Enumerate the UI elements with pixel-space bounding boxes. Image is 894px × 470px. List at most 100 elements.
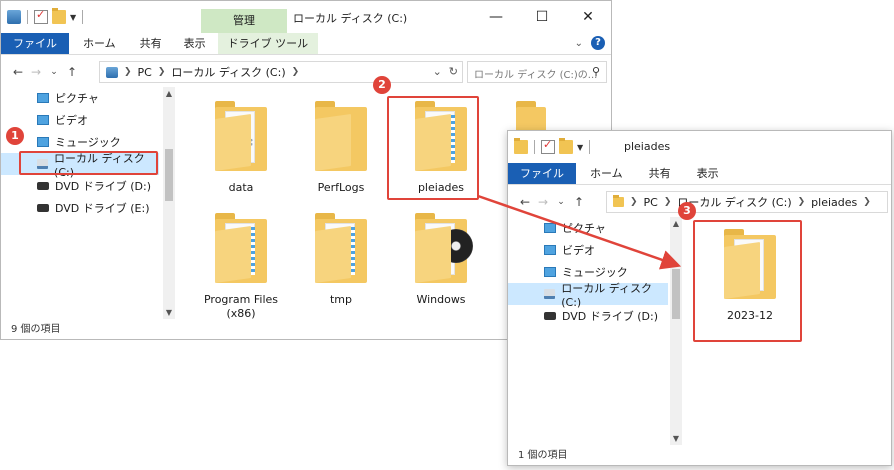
nav-item-label: ビデオ [562, 244, 595, 257]
folder-label: Windows [416, 293, 466, 306]
chevron-right-icon: ❯ [291, 67, 300, 77]
tab-home[interactable]: ホーム [576, 163, 637, 184]
tab-home[interactable]: ホーム [69, 33, 130, 54]
folder-label: data [228, 181, 254, 194]
search-input[interactable]: ローカル ディスク (C:)の... ⚲ [467, 61, 607, 83]
folder-item-program-files-x86[interactable]: Program Files (x86) [201, 213, 281, 321]
tab-file[interactable]: ファイル [1, 33, 69, 54]
nav-item-label: ピクチャ [55, 92, 99, 105]
nav-item-local-disk[interactable]: ローカル ディスク (C:) [508, 282, 668, 309]
folder-icon [315, 213, 367, 283]
nav-item-dvd-d[interactable]: DVD ドライブ (D:) [37, 175, 151, 197]
nav-item-videos[interactable]: ビデオ [544, 239, 595, 261]
expand-ribbon-icon[interactable]: ⌄ [575, 38, 583, 49]
close-icon[interactable]: ✕ [565, 1, 611, 33]
tab-view[interactable]: 表示 [683, 163, 733, 184]
recent-dropdown-icon[interactable]: ⌄ [45, 67, 63, 77]
scroll-down-icon[interactable]: ▼ [163, 308, 175, 317]
nav-item-dvd-d[interactable]: DVD ドライブ (D:) [544, 305, 658, 327]
new-folder-icon[interactable] [52, 8, 66, 24]
customize-dropdown-icon[interactable]: ▼ [577, 143, 583, 152]
customize-dropdown-icon[interactable]: ▼ [70, 13, 76, 22]
up-icon[interactable]: ↑ [63, 65, 81, 79]
recent-dropdown-icon[interactable]: ⌄ [552, 197, 570, 207]
dvd-drive-icon [37, 182, 49, 190]
nav-item-pictures[interactable]: ピクチャ [544, 217, 606, 239]
videos-icon [37, 115, 49, 125]
nav-item-label: ピクチャ [562, 222, 606, 235]
address-dropdown-icon[interactable]: ⌄ [433, 65, 442, 78]
step-badge-2: 2 [373, 76, 391, 94]
maximize-icon[interactable]: ☐ [519, 1, 565, 33]
breadcrumb-pc[interactable]: PC [644, 196, 658, 209]
breadcrumb-local-disk[interactable]: ローカル ディスク (C:) [171, 64, 285, 80]
folder-icon [415, 213, 473, 283]
tab-share[interactable]: 共有 [637, 163, 683, 184]
navigation-pane: ピクチャ ビデオ ミュージック ローカル ディスク (C:) DVD ドライブ … [1, 87, 177, 319]
nav-scrollbar[interactable]: ▲ ▼ [670, 217, 682, 445]
folder-label: Program Files (x86) [203, 293, 279, 320]
scroll-thumb[interactable] [672, 269, 680, 319]
properties-icon[interactable] [541, 138, 555, 154]
search-placeholder: ローカル ディスク (C:)の... [474, 70, 598, 81]
address-bar[interactable]: ❯ PC ❯ ローカル ディスク (C:) ❯ ⌄ ↻ [99, 61, 463, 83]
separator [82, 10, 84, 24]
title-bar[interactable]: ▼ pleiades [508, 131, 891, 163]
tab-view[interactable]: 表示 [172, 33, 218, 54]
separator [589, 140, 591, 154]
chevron-right-icon: ❯ [663, 197, 672, 207]
back-icon[interactable]: ← [516, 195, 534, 209]
nav-item-label: DVD ドライブ (D:) [562, 310, 659, 323]
nav-item-pictures[interactable]: ピクチャ [37, 87, 99, 109]
tab-file[interactable]: ファイル [508, 163, 576, 184]
pc-icon [106, 66, 118, 78]
nav-item-dvd-e[interactable]: DVD ドライブ (E:) [37, 197, 150, 219]
refresh-icon[interactable]: ↻ [449, 65, 458, 78]
folder-item-data[interactable]: ⚙ data [201, 101, 281, 194]
pictures-icon [37, 93, 49, 103]
window-title: pleiades [624, 140, 671, 153]
quick-access-toolbar: ▼ [514, 138, 592, 155]
music-icon [37, 137, 49, 147]
highlight-2023-12 [693, 220, 802, 342]
breadcrumb-pc[interactable]: PC [138, 66, 152, 79]
scroll-down-icon[interactable]: ▼ [670, 434, 682, 443]
scroll-thumb[interactable] [165, 149, 173, 201]
nav-scrollbar[interactable]: ▲ ▼ [163, 87, 175, 319]
search-icon[interactable]: ⚲ [592, 65, 600, 78]
up-icon[interactable]: ↑ [570, 195, 588, 209]
nav-item-videos[interactable]: ビデオ [37, 109, 88, 131]
dvd-drive-icon [37, 204, 49, 212]
forward-icon[interactable]: → [27, 65, 45, 79]
forward-icon[interactable]: → [534, 195, 552, 209]
tab-share[interactable]: 共有 [130, 33, 172, 54]
new-folder-icon[interactable] [559, 138, 573, 154]
title-bar[interactable]: ▼ 管理 ローカル ディスク (C:) — ☐ ✕ [1, 1, 611, 33]
window-title: ローカル ディスク (C:) [293, 12, 408, 25]
folder-item-tmp[interactable]: tmp [301, 213, 381, 306]
address-controls: ⌄ ↻ [433, 65, 458, 78]
folder-item-perflogs[interactable]: PerfLogs [301, 101, 381, 194]
videos-icon [544, 245, 556, 255]
chevron-right-icon: ❯ [157, 67, 166, 77]
folder-icon [514, 138, 528, 154]
address-bar[interactable]: ❯ PC ❯ ローカル ディスク (C:) ❯ pleiades ❯ [606, 191, 888, 213]
folder-item-windows[interactable]: Windows [401, 213, 481, 306]
back-icon[interactable]: ← [9, 65, 27, 79]
folder-icon [215, 213, 267, 283]
properties-icon[interactable] [34, 8, 48, 24]
local-disk-icon [544, 289, 556, 299]
context-tab-manage[interactable]: 管理 [201, 9, 287, 33]
scroll-up-icon[interactable]: ▲ [163, 89, 175, 98]
pc-icon [7, 10, 21, 24]
folder-icon [315, 101, 367, 171]
minimize-icon[interactable]: — [473, 1, 519, 33]
scroll-up-icon[interactable]: ▲ [670, 219, 682, 228]
dvd-drive-icon [544, 312, 556, 320]
ribbon-tabs: ファイル ホーム 共有 表示 ドライブ ツール ⌄ ? [1, 33, 611, 55]
tab-drive-tools[interactable]: ドライブ ツール [217, 33, 319, 54]
breadcrumb-pleiades[interactable]: pleiades [811, 196, 857, 209]
help-icon[interactable]: ? [591, 36, 605, 50]
folder-icon [613, 195, 624, 207]
music-icon [544, 267, 556, 277]
